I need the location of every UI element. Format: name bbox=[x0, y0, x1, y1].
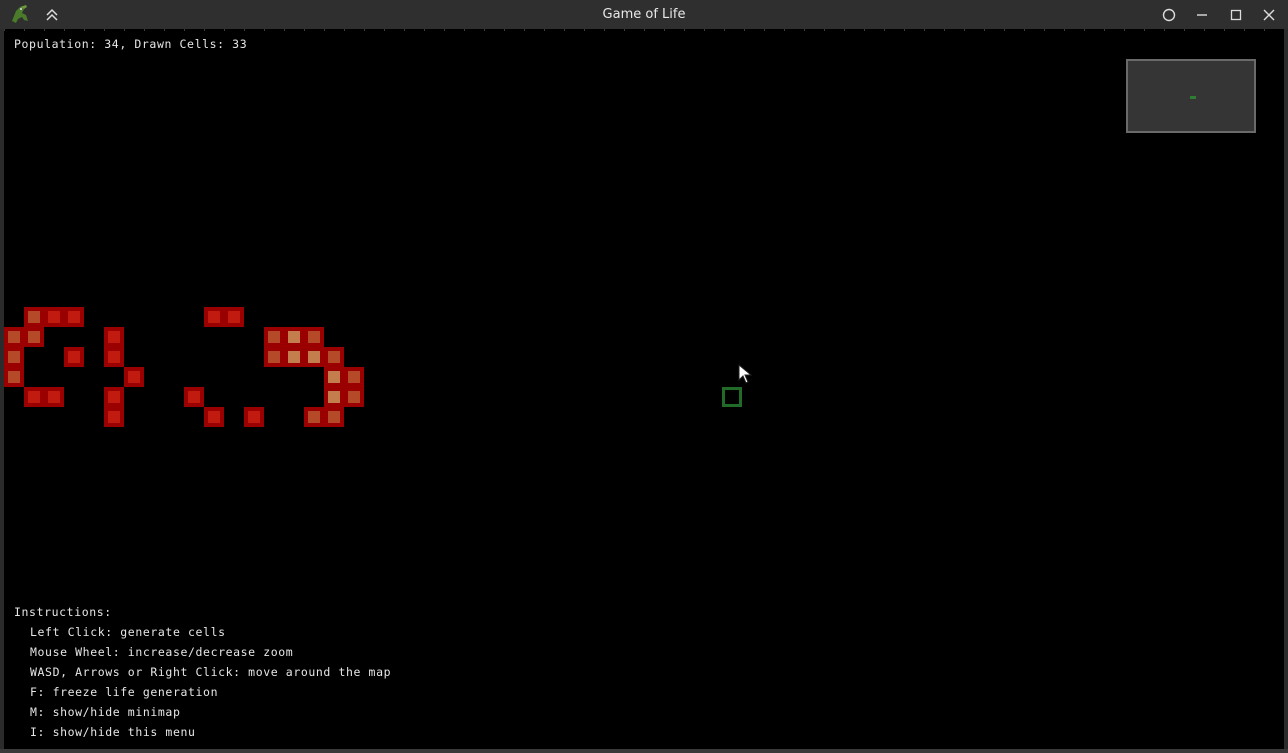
live-cell-core bbox=[108, 391, 120, 403]
instruction-menu: I: show/hide this menu bbox=[30, 725, 196, 739]
instruction-freeze: F: freeze life generation bbox=[30, 685, 219, 699]
window-title: Game of Life bbox=[602, 7, 686, 22]
live-cell-core bbox=[68, 311, 80, 323]
live-cell-core bbox=[328, 371, 340, 383]
live-cell-core bbox=[48, 391, 60, 403]
live-cell-core bbox=[8, 351, 20, 363]
window-titlebar[interactable]: Game of Life bbox=[0, 0, 1288, 29]
live-cell-core bbox=[328, 391, 340, 403]
game-canvas[interactable]: Population: 34, Drawn Cells: 33 Instruct… bbox=[4, 29, 1284, 749]
live-cell-core bbox=[328, 411, 340, 423]
live-cell-core bbox=[208, 311, 220, 323]
live-cell-core bbox=[8, 371, 20, 383]
close-button[interactable] bbox=[1259, 5, 1279, 25]
maximize-button[interactable] bbox=[1226, 5, 1246, 25]
mouse-pointer-icon bbox=[738, 363, 754, 386]
instruction-minimap: M: show/hide minimap bbox=[30, 705, 181, 719]
live-cell-core bbox=[48, 311, 60, 323]
live-cell-core bbox=[288, 331, 300, 343]
minimize-button[interactable] bbox=[1192, 5, 1212, 25]
live-cell-core bbox=[288, 351, 300, 363]
live-cell-core bbox=[248, 411, 260, 423]
live-cell-core bbox=[108, 351, 120, 363]
instruction-left-click: Left Click: generate cells bbox=[30, 625, 226, 639]
live-cell-core bbox=[108, 331, 120, 343]
live-cell-core bbox=[328, 351, 340, 363]
live-cell-core bbox=[268, 351, 280, 363]
instructions-menu: Instructions: Left Click: generate cells… bbox=[14, 604, 391, 744]
on-all-desktops-button[interactable] bbox=[1159, 5, 1179, 25]
live-cell-core bbox=[8, 331, 20, 343]
live-cell-core bbox=[28, 391, 40, 403]
live-cell-core bbox=[348, 391, 360, 403]
live-cell-core bbox=[228, 311, 240, 323]
live-cell-core bbox=[28, 331, 40, 343]
hover-cell-outline bbox=[722, 387, 742, 407]
live-cell-core bbox=[208, 411, 220, 423]
live-cell-core bbox=[308, 411, 320, 423]
instructions-heading: Instructions: bbox=[14, 605, 112, 619]
live-cell-core bbox=[188, 391, 200, 403]
instruction-move: WASD, Arrows or Right Click: move around… bbox=[30, 665, 392, 679]
live-cell-core bbox=[68, 351, 80, 363]
live-cell-core bbox=[308, 331, 320, 343]
live-cell-core bbox=[128, 371, 140, 383]
live-cell-core bbox=[348, 371, 360, 383]
live-cell-core bbox=[108, 411, 120, 423]
live-cell-core bbox=[28, 311, 40, 323]
instruction-mouse-wheel: Mouse Wheel: increase/decrease zoom bbox=[30, 645, 294, 659]
live-cell-core bbox=[308, 351, 320, 363]
live-cell-core bbox=[268, 331, 280, 343]
window-bottom-border bbox=[0, 749, 1288, 753]
